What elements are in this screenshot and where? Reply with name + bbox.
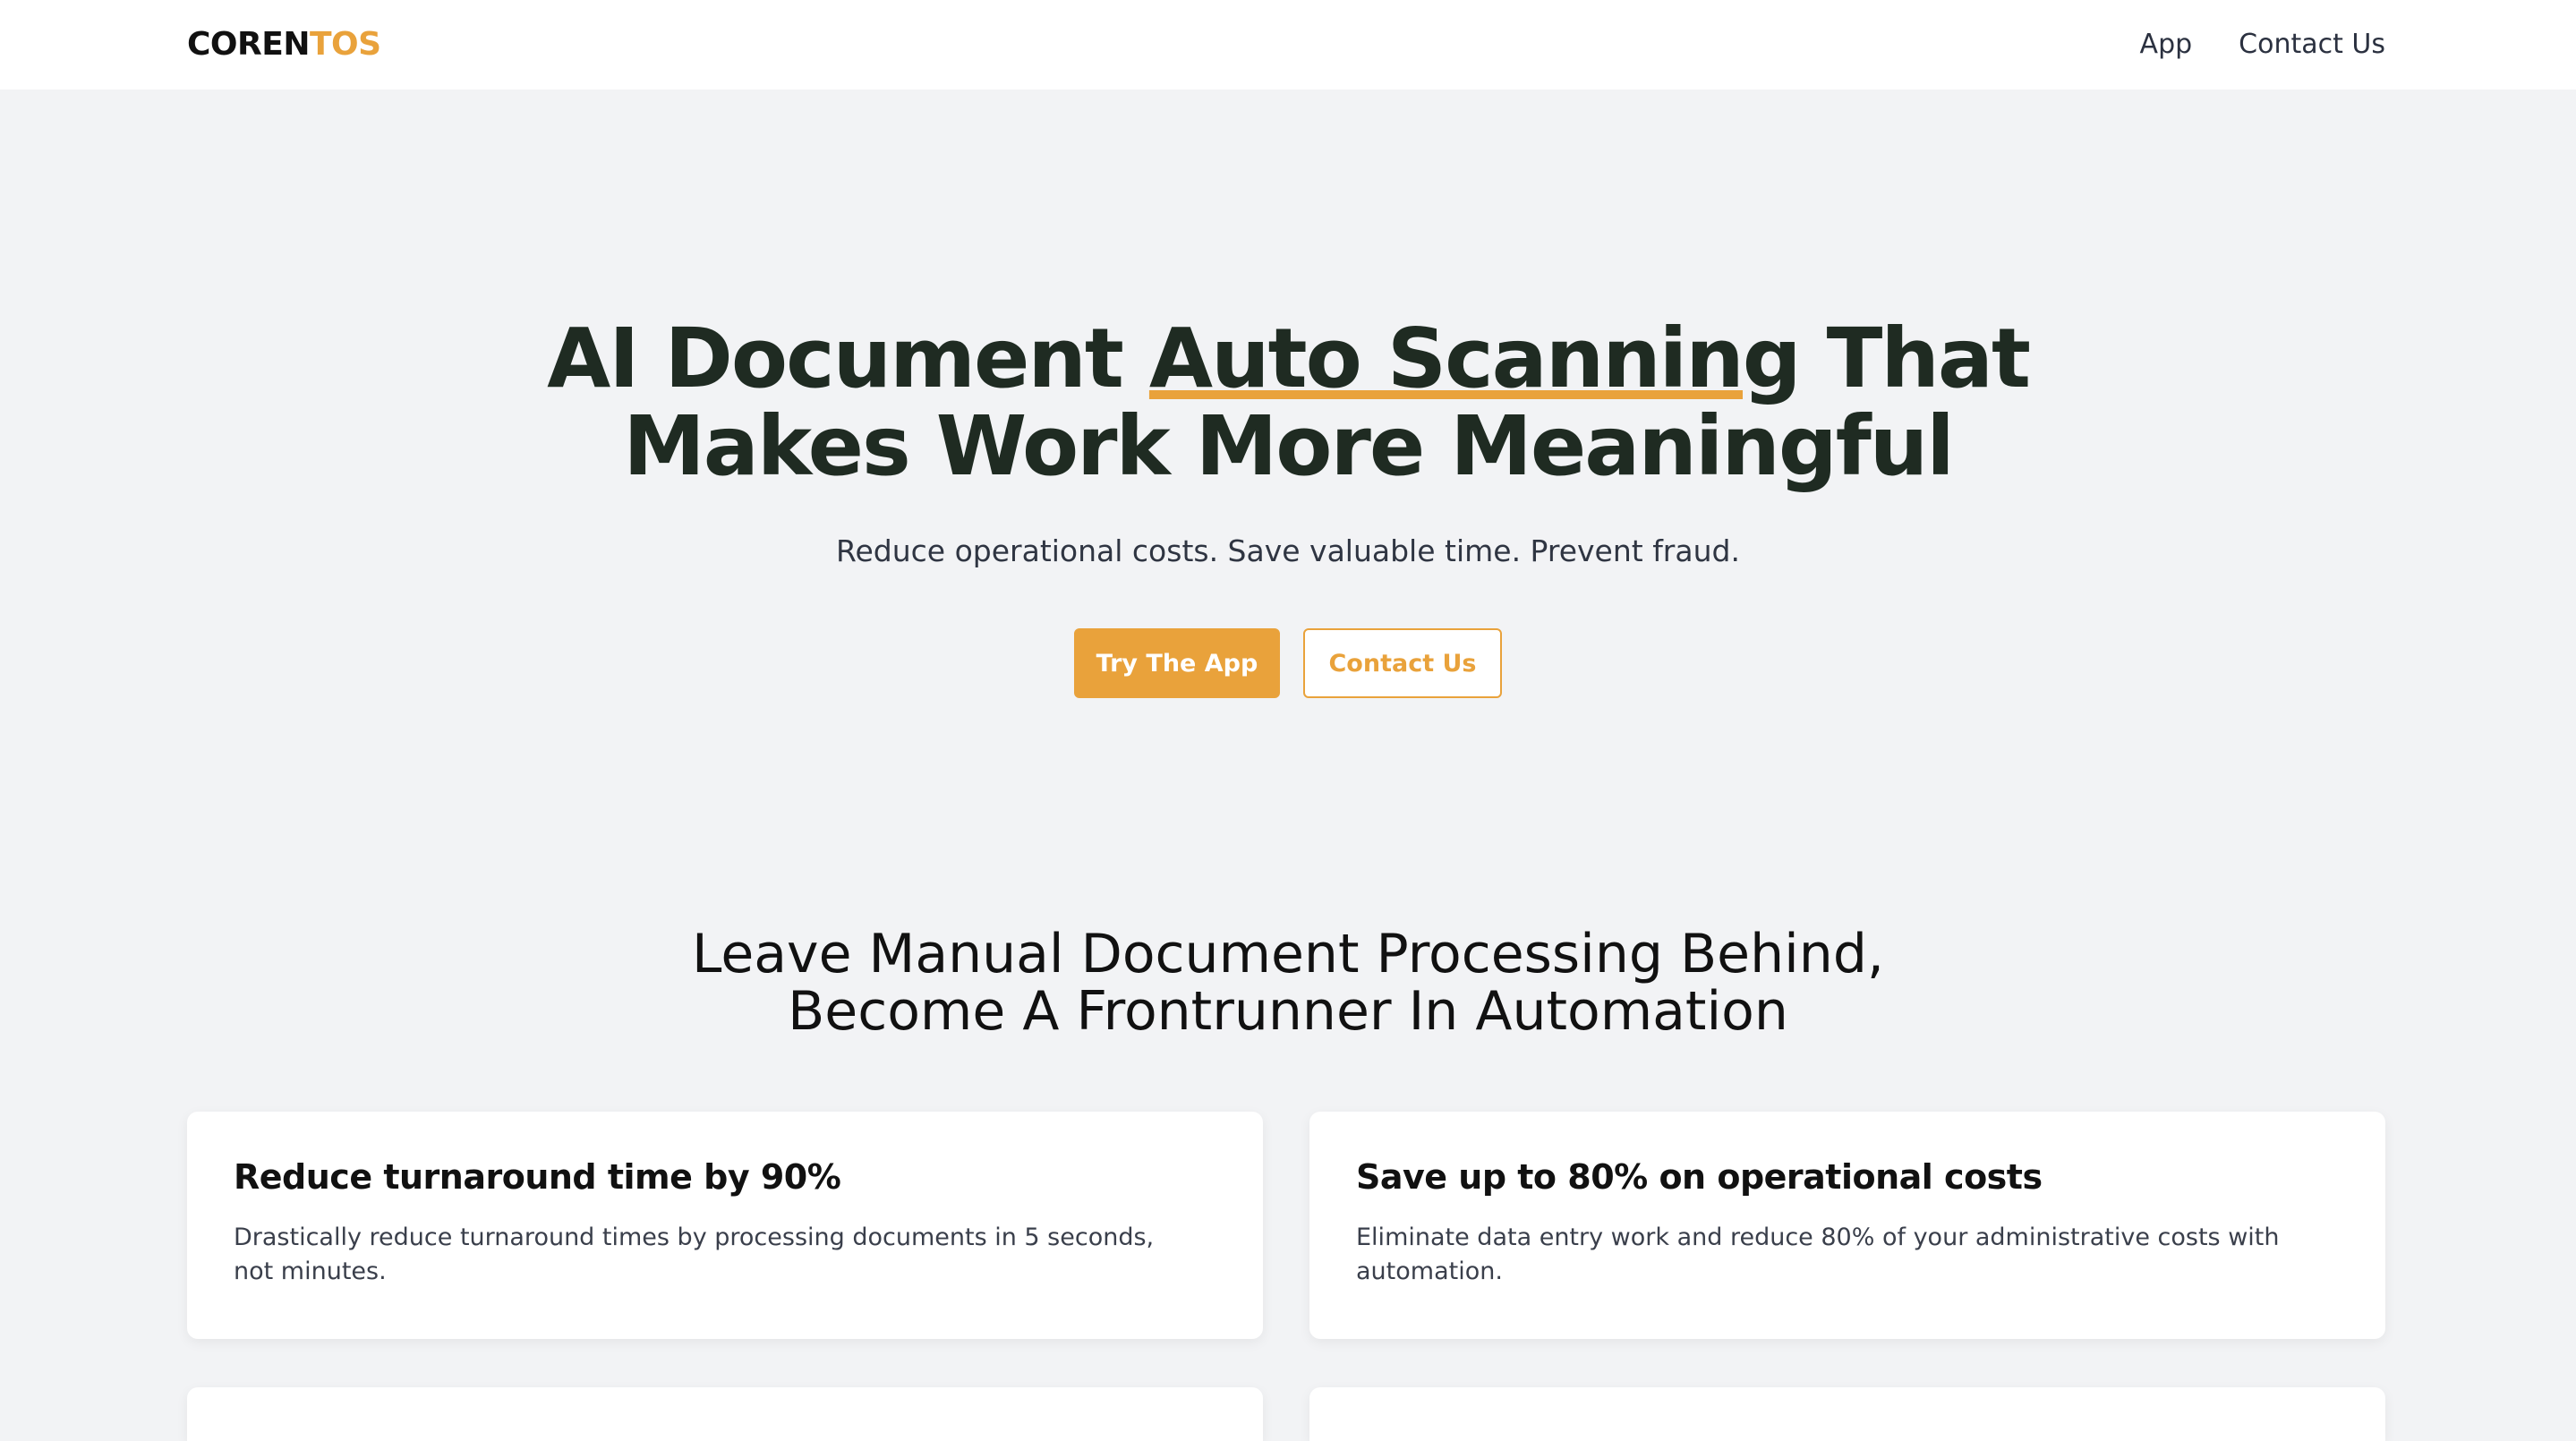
hero-cta-group: Try The App Contact Us	[0, 628, 2576, 698]
feature-card-title: Save up to 80% on operational costs	[1356, 1157, 2043, 1197]
feature-card-title: Reduce turnaround time by 90%	[234, 1157, 841, 1197]
hero-subtitle: Reduce operational costs. Save valuable …	[836, 533, 1740, 568]
feature-card-turnaround: Reduce turnaround time by 90% Drasticall…	[187, 1112, 1263, 1339]
section-title-line2: Become A Frontrunner In Automation	[788, 980, 1788, 1043]
hero-title-highlight: Auto Scanning	[1148, 311, 1802, 406]
logo-text-accent: TOS	[309, 26, 381, 63]
contact-us-button[interactable]: Contact Us	[1303, 628, 1502, 698]
nav-link-contact-us[interactable]: Contact Us	[2239, 27, 2385, 63]
corentos-logo[interactable]: CORENTOS	[187, 25, 381, 64]
hero-title-start: AI Document	[547, 311, 1149, 406]
feature-card-description: Drastically reduce turnaround times by p…	[234, 1224, 1155, 1285]
logo-text-dark: COREN	[187, 26, 310, 63]
try-the-app-button[interactable]: Try The App	[1074, 628, 1280, 698]
feature-card-partial	[1309, 1387, 2385, 1441]
nav-link-app[interactable]: App	[2140, 27, 2193, 63]
feature-card-partial	[187, 1387, 1263, 1441]
nav-links: App Contact Us	[2140, 27, 2385, 63]
feature-card-costs: Save up to 80% on operational costs Elim…	[1309, 1112, 2385, 1339]
top-navbar: CORENTOS App Contact Us	[0, 0, 2576, 90]
hero-title-line1-end: That	[1799, 311, 2031, 406]
section-title: Leave Manual Document Processing Behind,…	[0, 925, 2576, 1040]
feature-card-description: Eliminate data entry work and reduce 80%…	[1356, 1224, 2280, 1285]
section-title-line1: Leave Manual Document Processing Behind,	[692, 923, 1884, 985]
hero-title-line2: Makes Work More Meaningful	[623, 398, 1955, 494]
hero-title: AI Document Auto Scanning That Makes Wor…	[0, 315, 2576, 490]
